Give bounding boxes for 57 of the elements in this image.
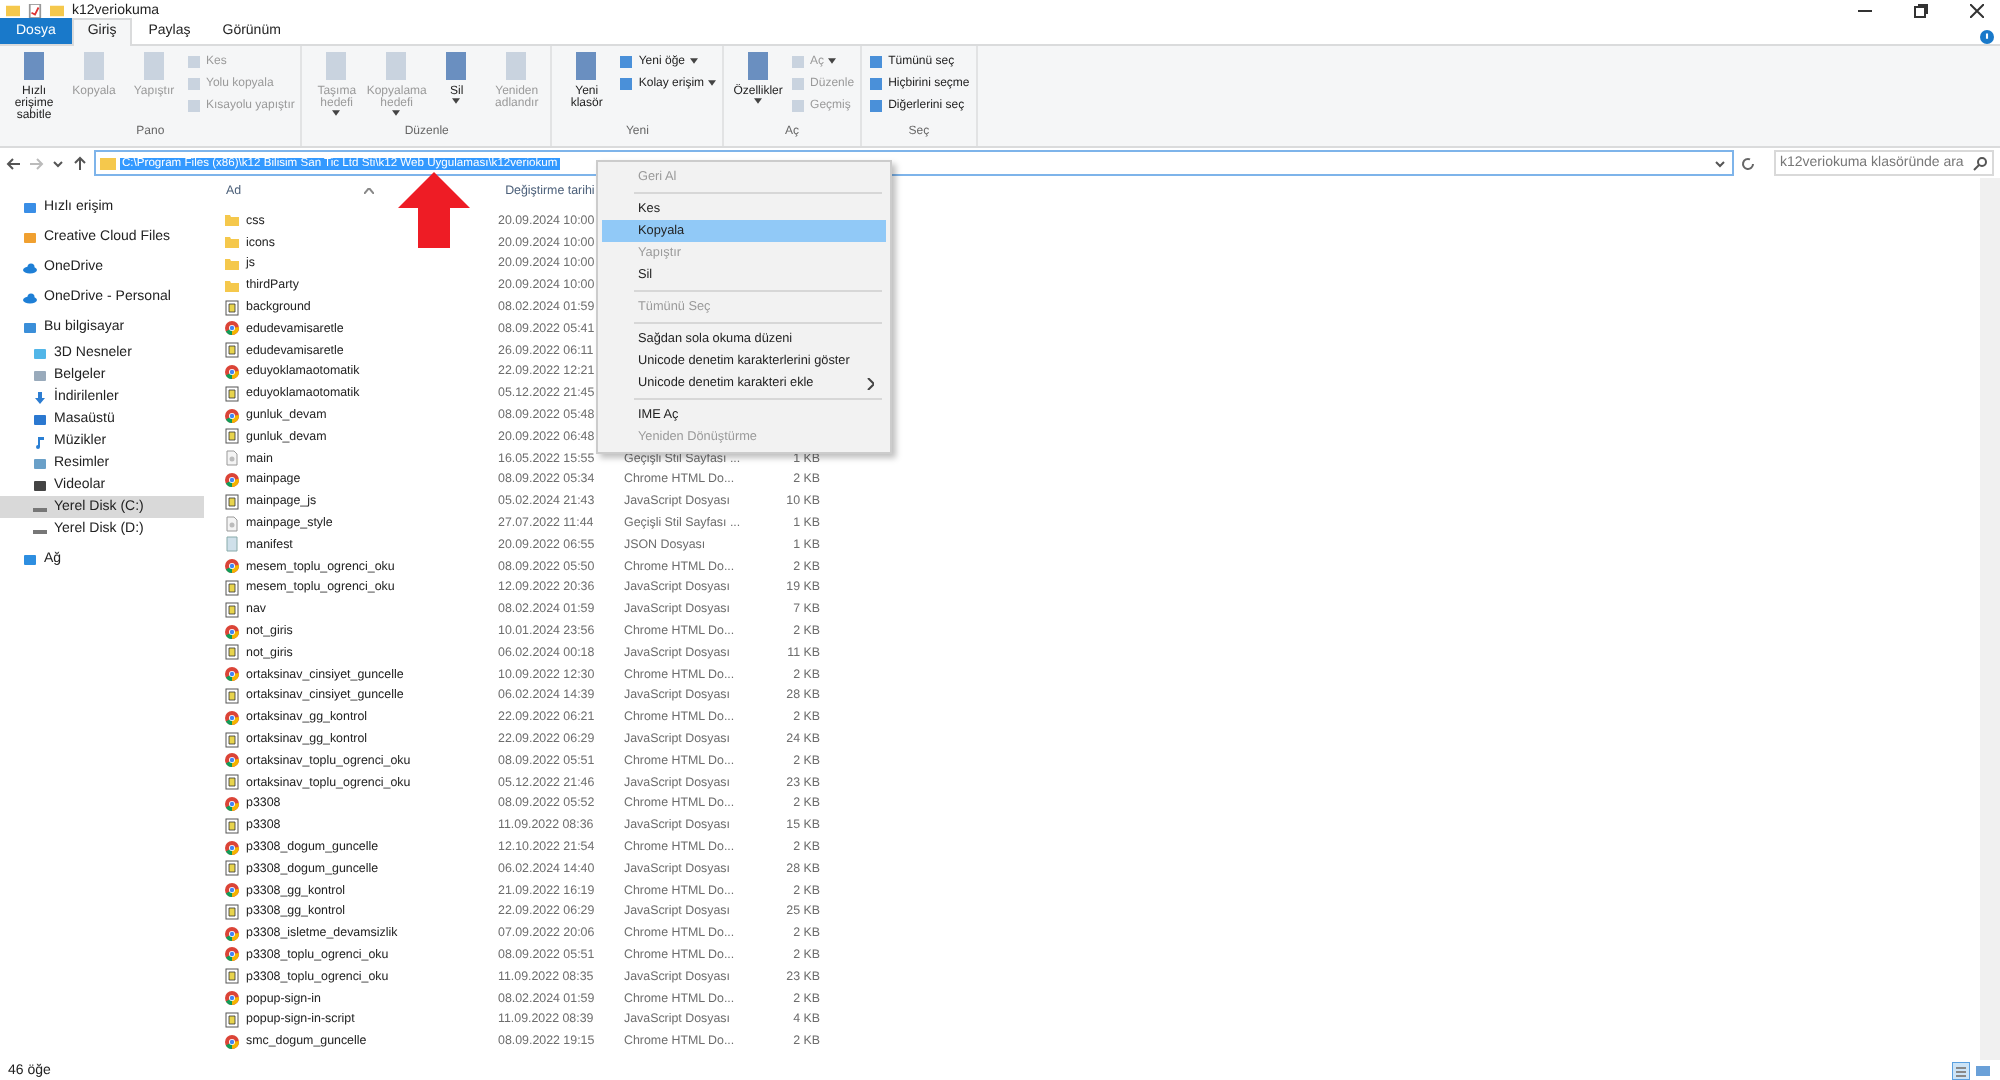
browser-icon <box>224 666 240 683</box>
browser-icon <box>224 320 240 337</box>
script-file-icon <box>224 903 240 920</box>
browser-icon <box>224 795 240 812</box>
music-icon <box>32 433 48 449</box>
details-view-icon[interactable] <box>1952 1062 1970 1080</box>
caret-icon <box>392 110 401 116</box>
scrollbar[interactable] <box>1980 178 2000 1060</box>
script-file-icon <box>224 968 240 985</box>
script-file-icon <box>224 731 240 748</box>
restore-icon[interactable] <box>1913 3 1927 17</box>
browser-icon <box>224 946 240 963</box>
script-file-icon <box>224 644 240 661</box>
script-file-icon <box>224 774 240 791</box>
script-file-icon <box>224 1011 240 1028</box>
folder-icon <box>22 229 38 245</box>
minimize-icon[interactable] <box>1857 9 1871 11</box>
script-file-icon <box>224 385 240 402</box>
caret-icon <box>689 58 697 64</box>
script-file-icon <box>224 860 240 877</box>
cloud-icon <box>22 259 38 275</box>
browser-icon <box>224 1033 240 1050</box>
browser-icon <box>224 839 240 855</box>
browser-icon <box>224 709 240 726</box>
chevron-down-icon[interactable] <box>50 155 66 171</box>
back-icon[interactable] <box>6 155 22 171</box>
browser-icon <box>224 363 240 380</box>
caret-icon <box>708 80 717 86</box>
caret-icon <box>332 110 341 116</box>
sort-icon <box>363 187 374 193</box>
chevron-down-icon[interactable] <box>1712 155 1728 171</box>
script-file-icon <box>224 342 240 359</box>
script-file-icon <box>224 299 240 316</box>
close-icon[interactable] <box>1969 3 1983 17</box>
caret-icon <box>452 98 461 104</box>
browser-icon <box>224 752 240 769</box>
browser-icon <box>224 990 240 1007</box>
refresh-icon[interactable] <box>1740 155 1756 171</box>
up-icon[interactable] <box>72 155 88 171</box>
browser-icon <box>224 407 240 424</box>
script-file-icon <box>224 687 240 704</box>
search-icon[interactable] <box>1972 155 1988 171</box>
cloud-icon <box>22 289 38 305</box>
folder-icon <box>100 155 116 171</box>
browser-icon <box>224 925 240 942</box>
browser-icon <box>224 471 240 488</box>
help-icon[interactable] <box>1980 30 1994 44</box>
download-icon <box>32 389 48 405</box>
script-file-icon <box>224 428 240 445</box>
up-arrow-drawing <box>398 172 470 248</box>
browser-icon <box>224 882 240 899</box>
script-file-icon <box>224 493 240 510</box>
script-file-icon <box>224 817 240 834</box>
browser-icon <box>224 558 240 575</box>
browser-icon <box>224 623 240 640</box>
caret-icon <box>828 58 837 64</box>
caret-icon <box>754 98 763 104</box>
